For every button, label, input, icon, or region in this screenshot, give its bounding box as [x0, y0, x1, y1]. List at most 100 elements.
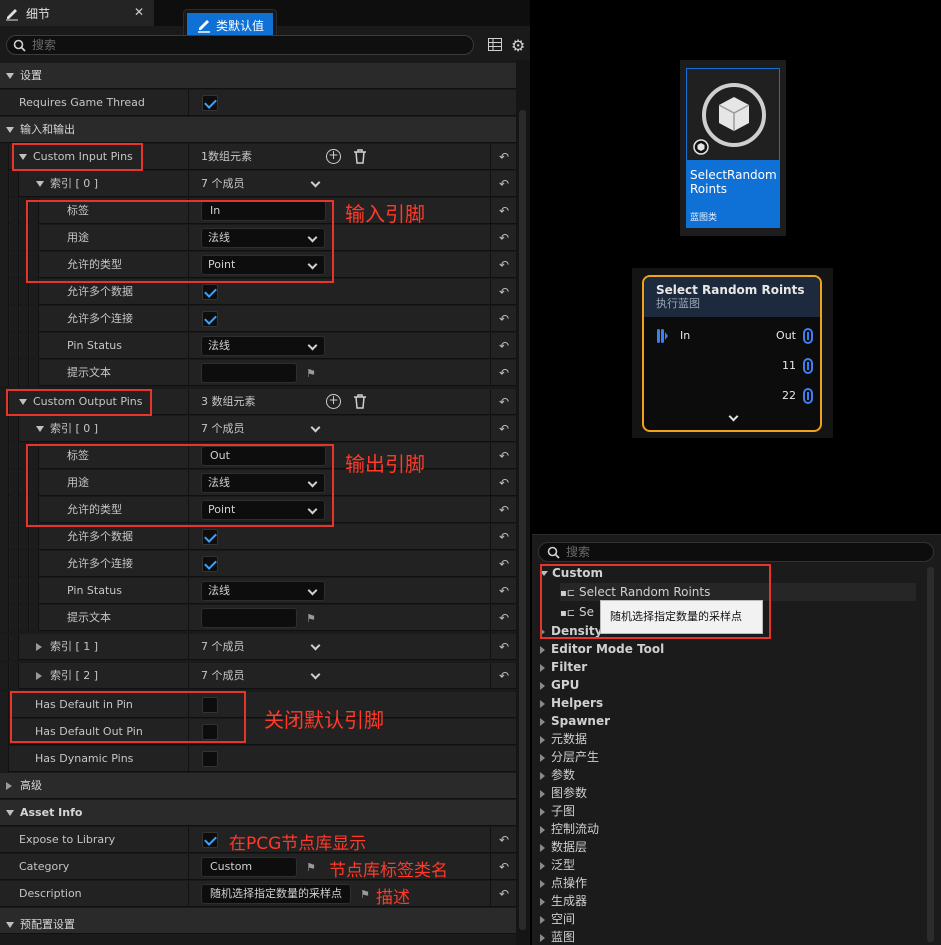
- reset-icon[interactable]: ↶: [499, 204, 509, 218]
- output-tooltip-field[interactable]: [201, 608, 297, 628]
- section-preset[interactable]: 预配置设置: [0, 908, 516, 934]
- reset-icon[interactable]: ↶: [499, 449, 509, 463]
- palette-category[interactable]: 蓝图: [540, 928, 575, 945]
- reset-icon[interactable]: ↶: [499, 530, 509, 544]
- palette-category[interactable]: Spawner: [540, 712, 610, 730]
- palette-category[interactable]: 空间: [540, 910, 575, 928]
- tab-details[interactable]: 细节 ✕: [0, 0, 154, 26]
- input-tooltip-field[interactable]: [201, 363, 297, 383]
- palette-category[interactable]: 子图: [540, 802, 575, 820]
- section-io[interactable]: 输入和输出: [0, 117, 516, 143]
- trash-icon[interactable]: [353, 149, 367, 164]
- flag-icon[interactable]: ⚑: [360, 888, 370, 901]
- reset-icon[interactable]: ↶: [499, 860, 509, 874]
- table-view-icon[interactable]: [488, 38, 502, 51]
- reset-icon[interactable]: ↶: [499, 366, 509, 380]
- has-default-in-checkbox[interactable]: [202, 697, 218, 713]
- palette-category-custom[interactable]: Custom: [540, 564, 603, 582]
- reset-icon[interactable]: ↶: [499, 258, 509, 272]
- chevron-down-icon[interactable]: [310, 669, 321, 680]
- input-pin-status-dropdown[interactable]: 法线: [201, 336, 325, 356]
- reset-icon[interactable]: ↶: [499, 177, 509, 191]
- chevron-down-icon[interactable]: [310, 422, 321, 433]
- palette-category[interactable]: Editor Mode Tool: [540, 640, 664, 658]
- reset-icon[interactable]: ↶: [499, 285, 509, 299]
- palette-category[interactable]: 数据层: [540, 838, 587, 856]
- asset-thumbnail[interactable]: SelectRandom Roints 蓝图类: [680, 60, 786, 236]
- prop-input-index-0[interactable]: 索引 [ 0 ] 7 个成员 ↶: [0, 171, 516, 197]
- palette-category[interactable]: 控制流动: [540, 820, 599, 838]
- category-field[interactable]: Custom: [201, 857, 297, 877]
- expose-checkbox[interactable]: [202, 832, 218, 848]
- output-pin-status-dropdown[interactable]: 法线: [201, 581, 325, 601]
- chevron-down-icon[interactable]: [310, 640, 321, 651]
- palette-search-input[interactable]: [566, 545, 906, 559]
- section-advanced[interactable]: 高级: [0, 773, 516, 799]
- input-type-dropdown[interactable]: Point: [201, 255, 325, 275]
- prop-output-index-0[interactable]: 索引 [ 0 ] 7 个成员 ↶: [0, 416, 516, 442]
- prop-output-index-1[interactable]: 索引 [ 1 ] 7 个成员 ↶: [0, 634, 516, 660]
- reset-icon[interactable]: ↶: [499, 503, 509, 517]
- prop-custom-output-pins[interactable]: Custom Output Pins 3 数组元素 + ↶: [0, 389, 516, 415]
- section-settings[interactable]: 设置: [0, 63, 516, 89]
- reset-icon[interactable]: ↶: [499, 887, 509, 901]
- palette-category[interactable]: Helpers: [540, 694, 603, 712]
- add-element-icon[interactable]: +: [326, 149, 341, 164]
- palette-item-second[interactable]: ▪⊏ Se: [560, 603, 594, 621]
- flag-icon[interactable]: ⚑: [306, 367, 316, 380]
- output-multi-data-checkbox[interactable]: [202, 529, 218, 545]
- prop-output-index-2[interactable]: 索引 [ 2 ] 7 个成员 ↶: [0, 663, 516, 689]
- input-multi-data-checkbox[interactable]: [202, 284, 218, 300]
- flag-icon[interactable]: ⚑: [306, 861, 316, 874]
- input-pin-icon[interactable]: [656, 328, 668, 344]
- palette-category[interactable]: 元数据: [540, 730, 587, 748]
- section-asset-info[interactable]: Asset Info: [0, 800, 516, 826]
- reset-icon[interactable]: ↶: [499, 669, 509, 683]
- graph-node[interactable]: Select Random Roints 执行蓝图 In Out 11 22: [642, 275, 822, 432]
- output-type-dropdown[interactable]: Point: [201, 500, 325, 520]
- reset-icon[interactable]: ↶: [499, 640, 509, 654]
- details-scrollbar[interactable]: [519, 110, 526, 930]
- reset-icon[interactable]: ↶: [499, 395, 509, 409]
- output-label-field[interactable]: Out: [201, 446, 326, 466]
- trash-icon[interactable]: [353, 394, 367, 409]
- output-pin-icon[interactable]: [802, 328, 814, 344]
- palette-category[interactable]: Filter: [540, 658, 587, 676]
- add-element-icon[interactable]: +: [326, 394, 341, 409]
- chevron-down-icon[interactable]: [310, 177, 321, 188]
- reset-icon[interactable]: ↶: [499, 422, 509, 436]
- requires-game-thread-checkbox[interactable]: [202, 95, 218, 111]
- expand-chevron-icon[interactable]: [728, 411, 739, 422]
- reset-icon[interactable]: ↶: [499, 150, 509, 164]
- description-field[interactable]: 随机选择指定数量的采样点: [201, 884, 351, 904]
- input-multi-conn-checkbox[interactable]: [202, 311, 218, 327]
- output-pin-icon[interactable]: [802, 388, 814, 404]
- reset-icon[interactable]: ↶: [499, 611, 509, 625]
- prop-custom-input-pins[interactable]: Custom Input Pins 1数组元素 + ↶: [0, 144, 516, 170]
- reset-icon[interactable]: ↶: [499, 557, 509, 571]
- has-default-out-checkbox[interactable]: [202, 724, 218, 740]
- palette-item-select-random[interactable]: ▪⊏ Select Random Roints: [560, 583, 916, 601]
- input-usage-dropdown[interactable]: 法线: [201, 228, 325, 248]
- reset-icon[interactable]: ↶: [499, 339, 509, 353]
- reset-icon[interactable]: ↶: [499, 584, 509, 598]
- palette-search[interactable]: [538, 542, 934, 562]
- gear-icon[interactable]: ⚙: [511, 36, 525, 55]
- palette-category[interactable]: 点操作: [540, 874, 587, 892]
- reset-icon[interactable]: ↶: [499, 833, 509, 847]
- flag-icon[interactable]: ⚑: [306, 612, 316, 625]
- close-icon[interactable]: ✕: [134, 5, 144, 19]
- reset-icon[interactable]: ↶: [499, 231, 509, 245]
- has-dynamic-checkbox[interactable]: [202, 751, 218, 767]
- palette-category[interactable]: 图参数: [540, 784, 587, 802]
- palette-category[interactable]: 参数: [540, 766, 575, 784]
- output-pin-icon[interactable]: [802, 358, 814, 374]
- palette-scrollbar[interactable]: [927, 567, 934, 942]
- palette-category[interactable]: 分层产生: [540, 748, 599, 766]
- palette-category[interactable]: Density: [540, 622, 602, 640]
- details-search[interactable]: [6, 35, 474, 55]
- palette-category[interactable]: 泛型: [540, 856, 575, 874]
- output-usage-dropdown[interactable]: 法线: [201, 473, 325, 493]
- reset-icon[interactable]: ↶: [499, 476, 509, 490]
- reset-icon[interactable]: ↶: [499, 312, 509, 326]
